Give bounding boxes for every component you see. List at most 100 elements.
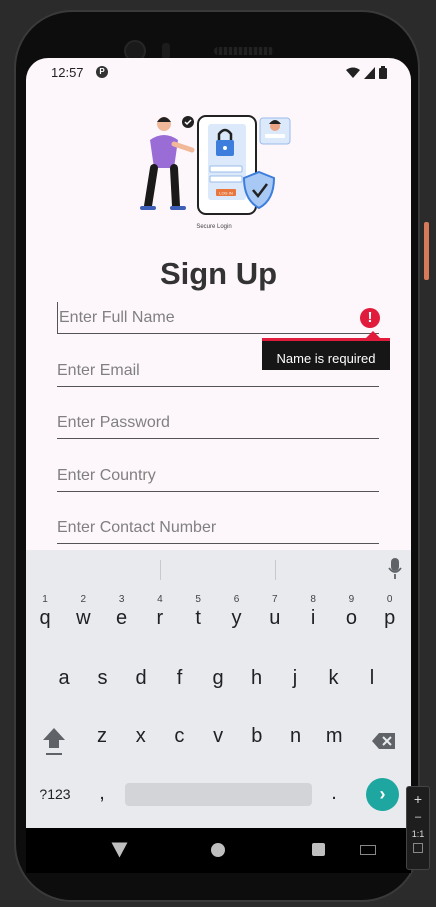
email-input[interactable] bbox=[57, 355, 379, 386]
hero-caption: Secure Login bbox=[196, 224, 231, 230]
key-label: i bbox=[310, 607, 316, 629]
key-label: h bbox=[250, 667, 263, 689]
tooltip-arrow bbox=[366, 331, 380, 338]
key-c[interactable]: c bbox=[161, 710, 197, 760]
key-u[interactable]: 7u bbox=[257, 592, 293, 642]
key-hint: 0 bbox=[386, 594, 393, 605]
key-o[interactable]: 9o bbox=[333, 592, 369, 642]
key-hint: 4 bbox=[157, 594, 163, 605]
key-label: a bbox=[58, 667, 70, 689]
key-l[interactable]: l bbox=[354, 652, 390, 702]
comma-key[interactable]: , bbox=[94, 778, 110, 808]
error-icon[interactable]: ! bbox=[360, 308, 380, 328]
key-hint: 7 bbox=[272, 594, 278, 605]
microphone-icon[interactable] bbox=[388, 558, 402, 580]
key-m[interactable]: m bbox=[316, 710, 352, 760]
key-s[interactable]: s bbox=[85, 652, 121, 702]
key-z[interactable]: z bbox=[84, 710, 120, 760]
status-icons bbox=[346, 66, 387, 79]
key-label: s bbox=[97, 667, 108, 689]
key-hint: 1 bbox=[42, 594, 48, 605]
key-label: f bbox=[176, 667, 183, 689]
data-saver-icon: P bbox=[96, 66, 108, 78]
symbols-key[interactable]: ?123 bbox=[36, 782, 74, 807]
secure-login-illustration: LOG IN Secure Login bbox=[140, 115, 291, 230]
key-g[interactable]: g bbox=[200, 652, 236, 702]
backspace-key-icon[interactable] bbox=[372, 732, 396, 750]
earpiece-speaker bbox=[214, 47, 274, 55]
signal-icon bbox=[364, 66, 375, 79]
key-k[interactable]: k bbox=[316, 652, 352, 702]
key-label: e bbox=[116, 607, 128, 629]
country-input[interactable] bbox=[57, 460, 379, 491]
page-title: Sign Up bbox=[159, 256, 278, 291]
zoom-out-button[interactable]: – bbox=[407, 811, 429, 823]
full-name-input[interactable] bbox=[57, 302, 379, 333]
key-label: o bbox=[345, 607, 357, 629]
key-t[interactable]: 5t bbox=[180, 592, 216, 642]
key-i[interactable]: 8i bbox=[295, 592, 331, 642]
app-screen: 12:57 P LOG IN Secure Login Sign Up Ente… bbox=[26, 58, 411, 828]
chevron-right-icon: › bbox=[379, 784, 386, 804]
password-input[interactable] bbox=[57, 407, 379, 438]
key-label: x bbox=[135, 725, 146, 747]
key-f[interactable]: f bbox=[162, 652, 198, 702]
home-icon[interactable] bbox=[211, 843, 225, 857]
key-hint: 2 bbox=[80, 594, 87, 605]
key-y[interactable]: 6y bbox=[219, 592, 255, 642]
key-label: b bbox=[251, 725, 263, 747]
suggestion-bar bbox=[26, 550, 411, 588]
key-hint: 3 bbox=[118, 594, 125, 605]
key-h[interactable]: h bbox=[239, 652, 275, 702]
key-w[interactable]: 2w bbox=[65, 592, 101, 642]
key-r[interactable]: 4r bbox=[142, 592, 178, 642]
password-field[interactable] bbox=[57, 407, 379, 439]
key-label: d bbox=[135, 667, 147, 689]
key-label: l bbox=[369, 667, 375, 689]
wifi-icon bbox=[346, 67, 360, 78]
key-label: p bbox=[384, 607, 396, 629]
key-label: k bbox=[328, 667, 339, 689]
volume-button[interactable] bbox=[424, 222, 429, 280]
key-p[interactable]: 0p bbox=[372, 592, 408, 642]
battery-icon bbox=[379, 66, 387, 79]
key-x[interactable]: x bbox=[123, 710, 159, 760]
emulator-zoom-panel: + – 1:1 bbox=[406, 786, 430, 870]
keyboard-switch-icon[interactable] bbox=[360, 845, 376, 855]
key-d[interactable]: d bbox=[123, 652, 159, 702]
key-a[interactable]: a bbox=[46, 652, 82, 702]
key-j[interactable]: j bbox=[277, 652, 313, 702]
status-time: 12:57 bbox=[51, 65, 84, 80]
contact-number-input[interactable] bbox=[57, 512, 379, 543]
camera-sensor bbox=[162, 43, 170, 59]
period-key[interactable]: . bbox=[326, 778, 342, 808]
zoom-ratio-button[interactable]: 1:1 bbox=[407, 829, 429, 839]
key-v[interactable]: v bbox=[200, 710, 236, 760]
full-name-field[interactable] bbox=[57, 302, 379, 334]
email-field[interactable] bbox=[57, 355, 379, 387]
key-n[interactable]: n bbox=[278, 710, 314, 760]
key-label: n bbox=[289, 725, 302, 747]
zoom-in-button[interactable]: + bbox=[407, 791, 429, 807]
contact-number-field[interactable] bbox=[57, 512, 379, 544]
navigation-bar bbox=[26, 828, 411, 873]
key-hint: 6 bbox=[233, 594, 240, 605]
shift-icon[interactable] bbox=[42, 726, 66, 756]
hero-login-button-text: LOG IN bbox=[219, 191, 233, 196]
space-key[interactable] bbox=[125, 783, 312, 806]
key-e[interactable]: 3e bbox=[104, 592, 140, 642]
key-label: z bbox=[97, 725, 107, 747]
recents-icon[interactable] bbox=[312, 843, 325, 856]
key-label: u bbox=[269, 607, 281, 629]
key-label: m bbox=[325, 725, 343, 747]
country-field[interactable] bbox=[57, 460, 379, 492]
key-hint: 8 bbox=[310, 594, 316, 605]
enter-key[interactable]: › bbox=[366, 778, 399, 811]
fit-screen-icon[interactable] bbox=[413, 843, 423, 853]
suggestion-divider bbox=[275, 560, 276, 580]
back-icon[interactable] bbox=[111, 842, 128, 858]
key-q[interactable]: 1q bbox=[27, 592, 63, 642]
key-b[interactable]: b bbox=[239, 710, 275, 760]
key-label: w bbox=[76, 607, 91, 629]
key-label: c bbox=[174, 725, 185, 747]
